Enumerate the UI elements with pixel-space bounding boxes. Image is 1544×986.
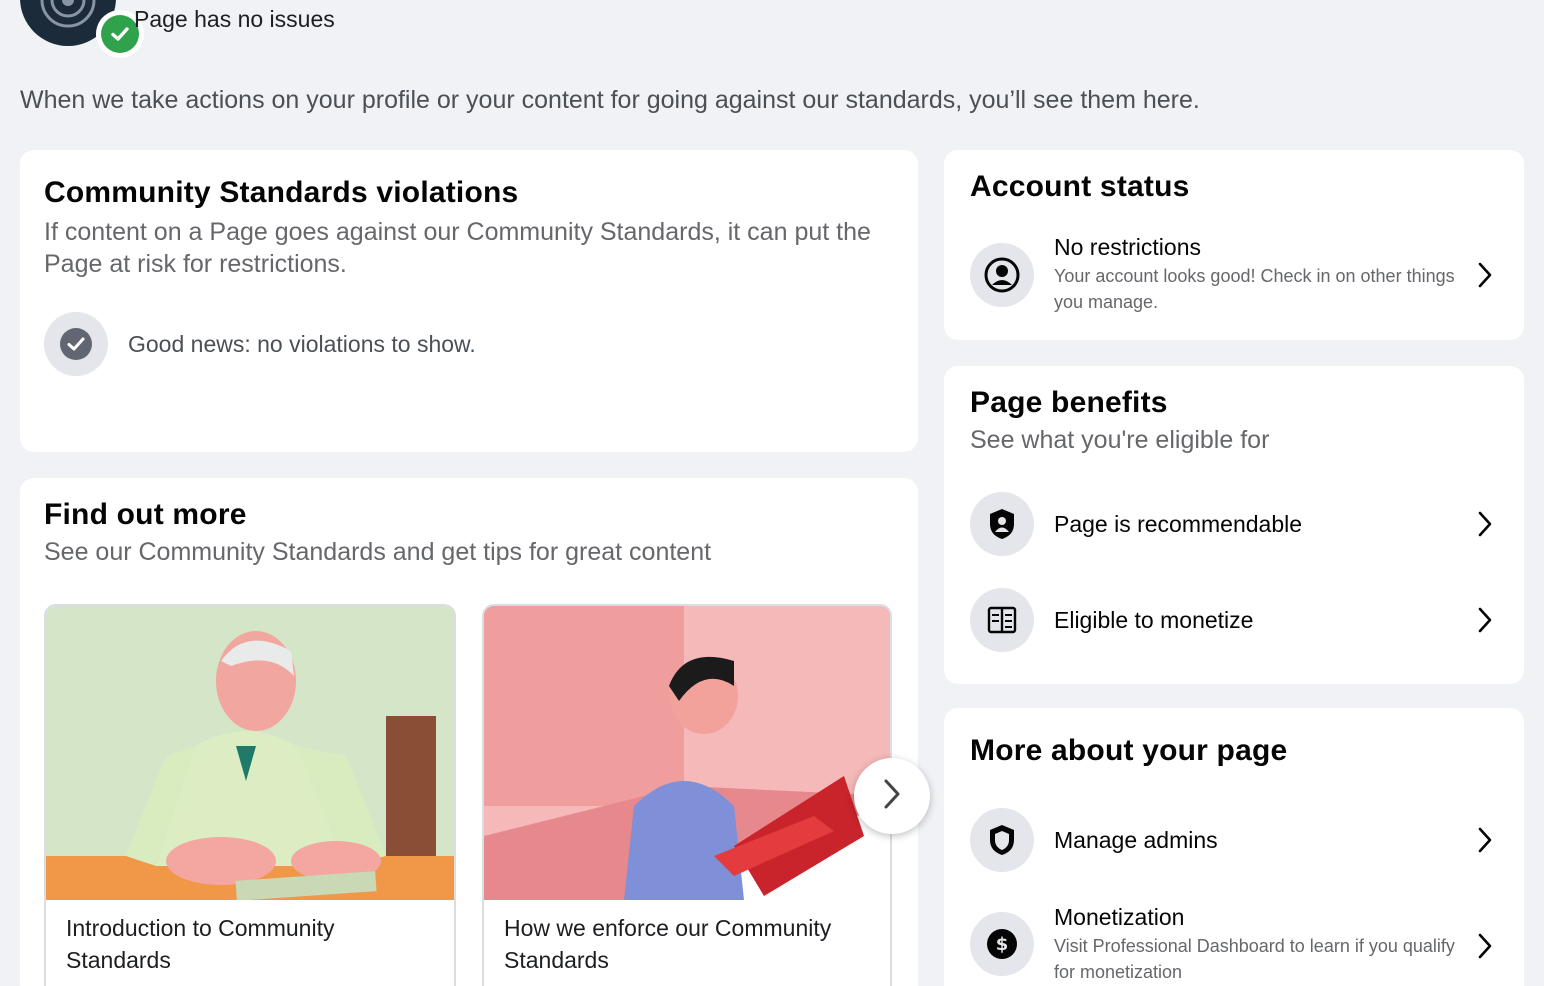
find-out-more-subtitle: See our Community Standards and get tips… [44,538,712,566]
eligible-to-monetize-row[interactable]: Eligible to monetize [970,588,1498,652]
tile-caption: How we enforce our Community Standards [504,915,832,973]
chevron-right-icon [1472,504,1498,544]
svg-text:$: $ [996,934,1009,955]
monetization-row[interactable]: $ Monetization Visit Professional Dashbo… [970,904,1498,985]
find-out-more-title: Find out more [44,498,247,531]
benefit-title: Eligible to monetize [1054,606,1254,633]
more-item-title: Monetization [1054,904,1185,930]
tile-caption: Introduction to Community Standards [66,915,335,973]
illustration-man-at-desk [46,606,454,900]
tile-intro-community-standards[interactable]: Introduction to Community Standards [44,604,456,986]
page-benefits-title: Page benefits [970,386,1168,419]
account-status-title: Account status [970,170,1190,203]
intro-text: When we take actions on your profile or … [20,86,1200,114]
account-status-item-desc: Your account looks good! Check in on oth… [1054,266,1455,312]
page-recommendable-row[interactable]: Page is recommendable [970,492,1498,556]
ledger-icon [970,588,1034,652]
dollar-icon: $ [970,912,1034,976]
chevron-right-icon [1472,820,1498,860]
chevron-right-icon [1472,926,1498,966]
carousel-next-button[interactable] [854,758,930,834]
chevron-right-icon [1472,600,1498,640]
violations-card: Community Standards violations If conten… [20,150,918,452]
violations-title: Community Standards violations [44,176,519,209]
tile-enforce-community-standards[interactable]: How we enforce our Community Standards [482,604,892,986]
benefit-title: Page is recommendable [1054,510,1303,537]
account-status-item-title: No restrictions [1054,234,1201,260]
illustration-woman-at-laptop [484,606,890,900]
page-benefits-card: Page benefits See what you're eligible f… [944,366,1524,684]
chevron-right-icon [882,778,902,815]
user-circle-icon [970,242,1034,307]
no-violations-row: Good news: no violations to show. [44,312,476,376]
support-dashboard: Page has no issues When we take actions … [0,0,1544,986]
more-item-desc: Visit Professional Dashboard to learn if… [1054,936,1455,982]
chevron-right-icon [1472,255,1498,295]
page-status-text: Page has no issues [134,6,335,32]
account-status-card: Account status No restrictions Your acco… [944,150,1524,340]
no-violations-text: Good news: no violations to show. [128,330,476,357]
manage-admins-row[interactable]: Manage admins [970,808,1498,872]
shield-icon [970,808,1034,872]
violations-subtitle: If content on a Page goes against our Co… [44,218,871,278]
check-circle-icon [44,312,108,376]
more-about-page-title: More about your page [970,734,1288,767]
more-about-page-card: More about your page Manage admins $ Mon… [944,708,1524,986]
shield-user-icon [970,492,1034,556]
page-avatar [20,0,144,58]
page-benefits-subtitle: See what you're eligible for [970,426,1270,454]
more-item-title: Manage admins [1054,826,1218,853]
find-out-more-card: Find out more See our Community Standard… [20,478,918,986]
no-restrictions-row[interactable]: No restrictions Your account looks good!… [970,234,1498,315]
